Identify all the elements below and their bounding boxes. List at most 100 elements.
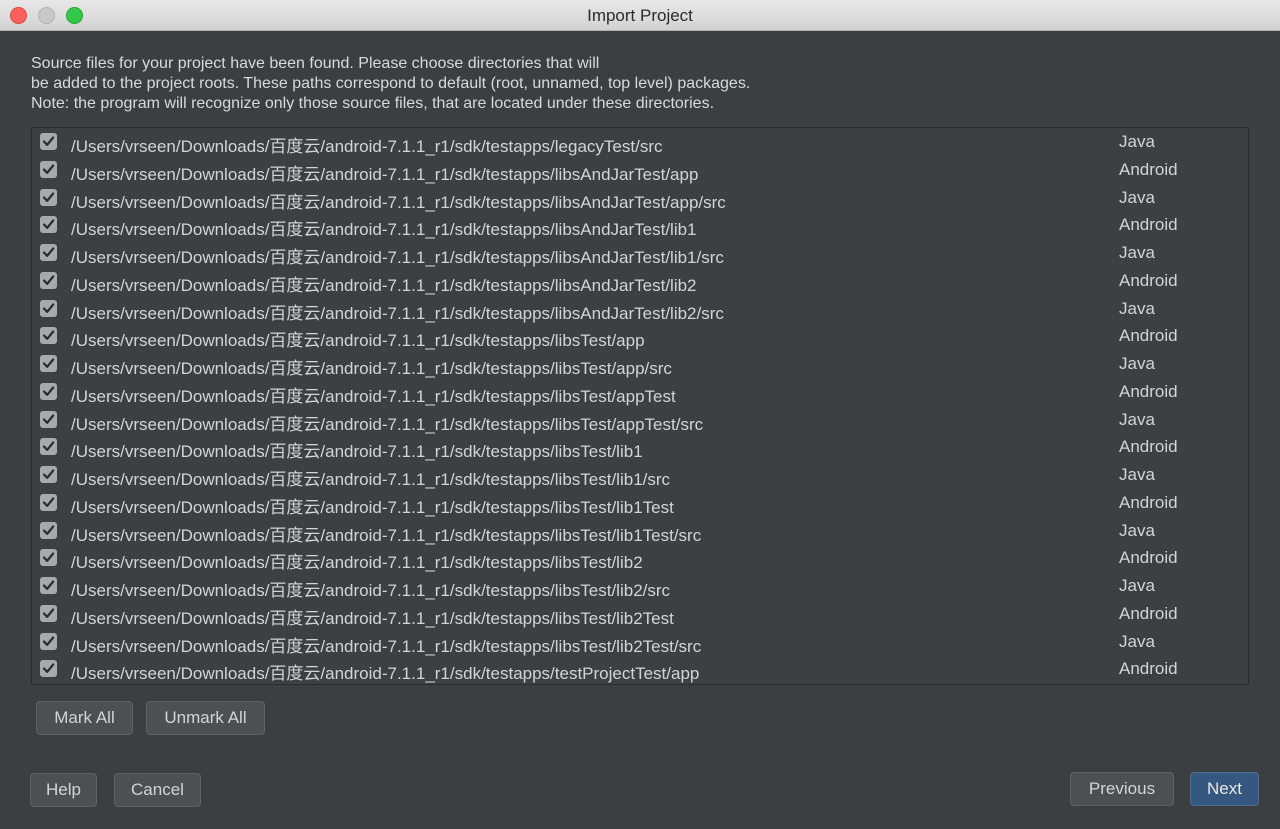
checkmark-icon: [42, 136, 55, 146]
source-root-row[interactable]: /Users/vrseen/Downloads/百度云/android-7.1.…: [32, 267, 1248, 295]
root-path: /Users/vrseen/Downloads/百度云/android-7.1.…: [71, 664, 700, 684]
root-path: /Users/vrseen/Downloads/百度云/android-7.1.…: [71, 331, 645, 351]
source-root-row[interactable]: /Users/vrseen/Downloads/百度云/android-7.1.…: [32, 628, 1248, 656]
description-line: be added to the project roots. These pat…: [31, 75, 751, 92]
checkmark-icon: [42, 386, 55, 396]
root-checkbox[interactable]: [40, 438, 57, 456]
root-checkbox[interactable]: [40, 382, 57, 400]
root-type: Android: [1119, 659, 1178, 679]
root-checkbox[interactable]: [40, 521, 57, 539]
root-checkbox[interactable]: [40, 660, 57, 678]
source-root-row[interactable]: /Users/vrseen/Downloads/百度云/android-7.1.…: [32, 489, 1248, 517]
next-button[interactable]: Next: [1190, 772, 1259, 806]
root-checkbox[interactable]: [40, 188, 57, 206]
root-path: /Users/vrseen/Downloads/百度云/android-7.1.…: [71, 248, 724, 267]
root-path: /Users/vrseen/Downloads/百度云/android-7.1.…: [71, 581, 671, 600]
checkmark-icon: [42, 302, 55, 313]
root-type: Android: [1119, 492, 1178, 512]
root-type: Android: [1119, 159, 1178, 179]
title-bar: Import Project: [0, 0, 1280, 31]
root-checkbox[interactable]: [40, 466, 57, 483]
root-checkbox[interactable]: [40, 549, 57, 567]
checkmark-icon: [42, 580, 55, 590]
help-button[interactable]: Help: [30, 773, 97, 807]
checkmark-icon: [42, 330, 55, 341]
root-path: /Users/vrseen/Downloads/百度云/android-7.1.…: [71, 192, 726, 212]
root-checkbox[interactable]: [40, 604, 57, 622]
root-checkbox[interactable]: [40, 410, 57, 428]
source-root-row[interactable]: /Users/vrseen/Downloads/百度云/android-7.1.…: [32, 184, 1248, 212]
root-path: /Users/vrseen/Downloads/百度云/android-7.1.…: [71, 164, 699, 184]
checkmark-icon: [42, 524, 55, 535]
root-checkbox[interactable]: [40, 244, 57, 261]
source-root-row[interactable]: /Users/vrseen/Downloads/百度云/android-7.1.…: [32, 600, 1248, 628]
root-checkbox[interactable]: [40, 355, 57, 372]
checkmark-icon: [42, 469, 55, 479]
root-checkbox[interactable]: [40, 493, 57, 511]
source-root-row[interactable]: /Users/vrseen/Downloads/百度云/android-7.1.…: [32, 156, 1248, 184]
source-root-row[interactable]: /Users/vrseen/Downloads/百度云/android-7.1.…: [32, 211, 1248, 239]
description-line: Note: the program will recognize only th…: [31, 95, 715, 112]
root-type: Android: [1119, 381, 1178, 401]
root-path: /Users/vrseen/Downloads/百度云/android-7.1.…: [71, 525, 702, 545]
checkmark-icon: [42, 441, 55, 452]
root-path: /Users/vrseen/Downloads/百度云/android-7.1.…: [71, 497, 674, 517]
checkmark-icon: [42, 413, 55, 424]
root-checkbox[interactable]: [40, 271, 57, 289]
root-path: /Users/vrseen/Downloads/百度云/android-7.1.…: [71, 137, 663, 156]
source-root-row[interactable]: /Users/vrseen/Downloads/百度云/android-7.1.…: [32, 517, 1248, 545]
checkmark-icon: [42, 191, 55, 202]
checkmark-icon: [42, 275, 55, 285]
root-checkbox[interactable]: [40, 160, 57, 178]
root-path: /Users/vrseen/Downloads/百度云/android-7.1.…: [71, 442, 643, 462]
root-type: Java: [1119, 132, 1155, 151]
checkmark-icon: [42, 164, 55, 174]
previous-button[interactable]: Previous: [1070, 772, 1174, 806]
root-checkbox[interactable]: [40, 632, 57, 650]
root-type: Java: [1119, 520, 1155, 540]
mark-all-button[interactable]: Mark All: [36, 701, 133, 735]
source-roots-list[interactable]: /Users/vrseen/Downloads/百度云/android-7.1.…: [31, 127, 1249, 685]
root-checkbox[interactable]: [40, 216, 57, 234]
checkmark-icon: [42, 552, 55, 563]
root-type: Java: [1119, 243, 1155, 262]
source-root-row[interactable]: /Users/vrseen/Downloads/百度云/android-7.1.…: [32, 350, 1248, 378]
source-root-row[interactable]: /Users/vrseen/Downloads/百度云/android-7.1.…: [32, 295, 1248, 323]
import-project-dialog: Import Project Source files for your pro…: [0, 0, 1280, 829]
checkmark-icon: [42, 663, 55, 674]
description-line: Source files for your project have been …: [31, 55, 600, 72]
root-type: Java: [1119, 187, 1155, 207]
root-path: /Users/vrseen/Downloads/百度云/android-7.1.…: [71, 608, 674, 628]
root-path: /Users/vrseen/Downloads/百度云/android-7.1.…: [71, 275, 697, 295]
root-type: Java: [1119, 465, 1155, 484]
root-type: Java: [1119, 354, 1155, 373]
source-root-row[interactable]: /Users/vrseen/Downloads/百度云/android-7.1.…: [32, 544, 1248, 572]
root-type: Android: [1119, 215, 1178, 235]
root-checkbox[interactable]: [40, 577, 57, 594]
source-root-row[interactable]: /Users/vrseen/Downloads/百度云/android-7.1.…: [32, 433, 1248, 461]
source-root-row[interactable]: /Users/vrseen/Downloads/百度云/android-7.1.…: [32, 461, 1248, 489]
root-path: /Users/vrseen/Downloads/百度云/android-7.1.…: [71, 414, 704, 434]
unmark-all-button[interactable]: Unmark All: [146, 701, 265, 735]
cancel-button[interactable]: Cancel: [114, 773, 201, 807]
source-root-row[interactable]: /Users/vrseen/Downloads/百度云/android-7.1.…: [32, 572, 1248, 600]
source-root-row[interactable]: /Users/vrseen/Downloads/百度云/android-7.1.…: [32, 378, 1248, 406]
checkmark-icon: [42, 358, 55, 368]
source-root-row[interactable]: /Users/vrseen/Downloads/百度云/android-7.1.…: [32, 655, 1248, 683]
root-checkbox[interactable]: [40, 133, 57, 150]
root-type: Java: [1119, 631, 1155, 651]
root-checkbox[interactable]: [40, 327, 57, 345]
window-title: Import Project: [587, 6, 693, 25]
source-root-row[interactable]: /Users/vrseen/Downloads/百度云/android-7.1.…: [32, 322, 1248, 350]
source-root-row[interactable]: /Users/vrseen/Downloads/百度云/android-7.1.…: [32, 406, 1248, 434]
root-path: /Users/vrseen/Downloads/百度云/android-7.1.…: [71, 386, 676, 406]
root-type: Java: [1119, 576, 1155, 595]
checkmark-icon: [42, 635, 55, 646]
source-root-row[interactable]: /Users/vrseen/Downloads/百度云/android-7.1.…: [32, 128, 1248, 156]
root-path: /Users/vrseen/Downloads/百度云/android-7.1.…: [71, 470, 671, 489]
source-root-row[interactable]: /Users/vrseen/Downloads/百度云/android-7.1.…: [32, 239, 1248, 267]
root-type: Android: [1119, 437, 1178, 457]
root-path: /Users/vrseen/Downloads/百度云/android-7.1.…: [71, 636, 702, 656]
root-checkbox[interactable]: [40, 299, 57, 317]
checkmark-icon: [42, 497, 55, 507]
